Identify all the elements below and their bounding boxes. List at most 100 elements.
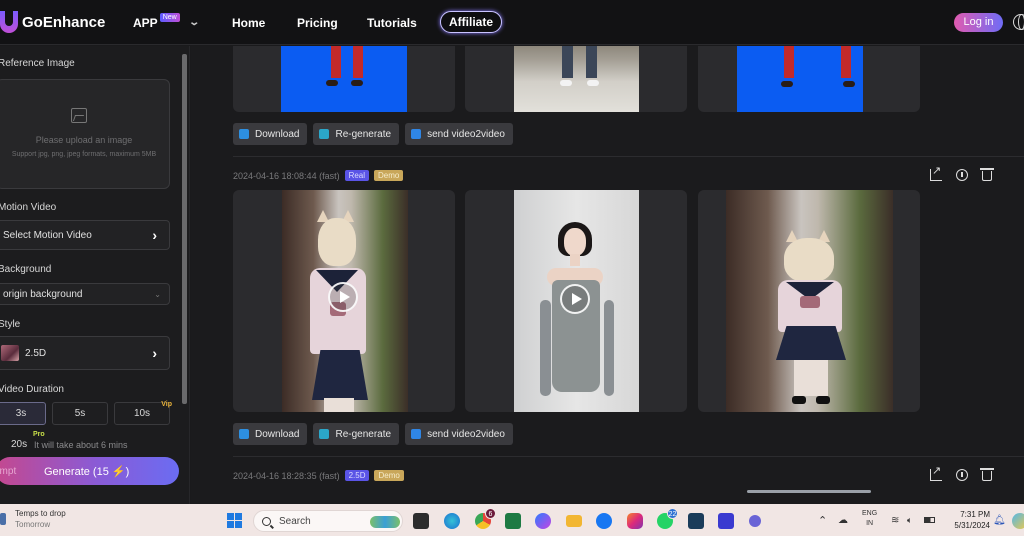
clock-date: 5/31/2024 (954, 521, 990, 530)
system-clock[interactable]: 7:31 PM 5/31/2024 (946, 509, 990, 531)
volume-icon[interactable]: 🔈︎ (907, 504, 912, 536)
upload-formats: Support jpg, png, jpeg formats, maximum … (11, 151, 157, 158)
download-button[interactable]: Download (233, 423, 308, 445)
entry-divider (233, 456, 1024, 457)
motion-video-value: Select Motion Video (3, 229, 92, 241)
nav-home[interactable]: Home (232, 0, 265, 45)
editor-app-icon[interactable] (718, 513, 734, 529)
video-thumbnail (282, 190, 408, 412)
result-video-card[interactable] (465, 46, 687, 112)
download-label: Download (255, 128, 300, 140)
windows-taskbar: Temps to drop Tomorrow Search 6 22 ⌃ ☁ E… (0, 504, 1024, 536)
excel-icon[interactable] (505, 513, 521, 529)
play-icon[interactable] (328, 282, 358, 312)
result-video-card[interactable] (698, 46, 920, 112)
copilot-icon[interactable] (1012, 513, 1024, 529)
regenerate-button[interactable]: Re-generate (313, 423, 400, 445)
info-icon[interactable] (956, 169, 968, 181)
duration-20s[interactable]: 20s (11, 439, 27, 450)
brand-name: GoEnhance (22, 13, 106, 31)
info-icon[interactable] (956, 469, 968, 481)
chrome-badge: 6 (485, 508, 496, 519)
store-icon[interactable] (688, 513, 704, 529)
duration-10s[interactable]: 10s Vip (114, 401, 172, 425)
result-video-card[interactable] (233, 46, 455, 112)
regenerate-icon (319, 129, 330, 139)
prompt-label: Prompt (0, 465, 17, 477)
nav-pricing[interactable]: Pricing (297, 0, 338, 45)
nav-app-menu[interactable]: APP New ⌄ (133, 0, 200, 45)
regenerate-label: Re-generate (335, 428, 392, 440)
wifi-icon[interactable]: ≋ (891, 504, 899, 536)
weather-subtitle: Tomorrow (15, 520, 51, 529)
style-badge: 2.5D (344, 470, 370, 481)
language-indicator[interactable]: ENG IN (862, 509, 877, 529)
duration-10s-label: 10s (133, 408, 151, 419)
send-icon (411, 129, 422, 139)
whatsapp-icon[interactable]: 22 (657, 508, 678, 529)
vip-tag: Vip (161, 401, 172, 408)
background-select[interactable]: origin background ⌄ (0, 283, 170, 305)
generate-label: Generate (15 ⚡) (44, 465, 130, 478)
share-icon[interactable] (930, 464, 942, 481)
region-code: IN (866, 520, 874, 527)
chevron-down-icon: ⌄ (188, 17, 200, 28)
motion-video-select[interactable]: Select Motion Video › (0, 220, 170, 250)
search-highlight-icon[interactable] (370, 516, 400, 528)
entry-actions (930, 464, 994, 481)
brand-logo[interactable]: GoEnhance (0, 11, 105, 33)
send-video2video-button[interactable]: send video2video (405, 123, 513, 145)
instagram-icon[interactable] (627, 513, 643, 529)
play-icon[interactable] (560, 284, 590, 314)
generate-button[interactable]: Prompt Generate (15 ⚡) (0, 457, 179, 485)
messenger-icon[interactable] (535, 513, 551, 529)
share-icon[interactable] (930, 164, 942, 181)
send-video2video-button[interactable]: send video2video (405, 423, 513, 445)
language-code: ENG (862, 510, 878, 517)
result-actions: Download Re-generate send video2video (233, 123, 513, 145)
tray-overflow-icon[interactable]: ⌃ (818, 504, 827, 536)
edge-icon[interactable] (444, 513, 460, 529)
trash-icon[interactable] (980, 168, 994, 181)
onedrive-icon[interactable]: ☁ (838, 504, 848, 536)
facebook-icon[interactable] (596, 513, 612, 529)
language-globe-icon[interactable] (1013, 14, 1024, 30)
sidebar-scrollbar[interactable] (182, 54, 187, 404)
task-view-icon[interactable] (413, 513, 429, 529)
trash-icon[interactable] (980, 468, 994, 481)
entry-actions (930, 164, 994, 181)
duration-5s[interactable]: 5s (52, 402, 108, 425)
video-thumbnail (737, 46, 863, 112)
file-explorer-icon[interactable] (566, 515, 582, 527)
battery-icon[interactable] (924, 504, 935, 536)
send-label: send video2video (427, 428, 505, 440)
login-button[interactable]: Log in (954, 13, 1003, 32)
nav-affiliate[interactable]: Affiliate (440, 11, 503, 33)
reference-image-upload[interactable]: Please upload an image Support jpg, png,… (0, 79, 170, 189)
teams-icon[interactable] (749, 515, 761, 527)
result-video-card[interactable] (465, 190, 687, 412)
weather-title: Temps to drop (15, 509, 66, 518)
nav-tutorials[interactable]: Tutorials (367, 0, 417, 45)
upload-hint: Please upload an image (35, 135, 133, 145)
weather-widget[interactable]: Temps to drop Tomorrow (15, 508, 66, 530)
chrome-icon[interactable]: 6 (475, 508, 496, 529)
windows-start-icon[interactable] (227, 513, 242, 528)
top-navbar: GoEnhance APP New ⌄ Home Pricing Tutoria… (0, 0, 1024, 45)
result-video-card[interactable] (233, 190, 455, 412)
entry-meta: 2024-04-16 18:28:35 (fast) 2.5D Demo (233, 470, 404, 481)
download-button[interactable]: Download (233, 123, 308, 145)
goenhance-app: GoEnhance APP New ⌄ Home Pricing Tutoria… (0, 0, 1024, 504)
style-select[interactable]: 2.5D › (0, 336, 170, 370)
video-duration-label: Video Duration (0, 384, 64, 395)
demo-badge: Demo (374, 470, 404, 481)
pro-tag: Pro (33, 431, 45, 438)
duration-3s[interactable]: 3s (0, 402, 46, 425)
horizontal-scrollbar[interactable] (747, 490, 871, 493)
duration-options: 3s 5s 10s Vip (0, 401, 172, 425)
result-video-card[interactable] (698, 190, 920, 412)
regenerate-button[interactable]: Re-generate (313, 123, 400, 145)
download-icon (239, 129, 249, 139)
notification-bell-icon[interactable]: 🔔︎ (993, 504, 1006, 536)
weather-icon[interactable] (0, 513, 6, 525)
